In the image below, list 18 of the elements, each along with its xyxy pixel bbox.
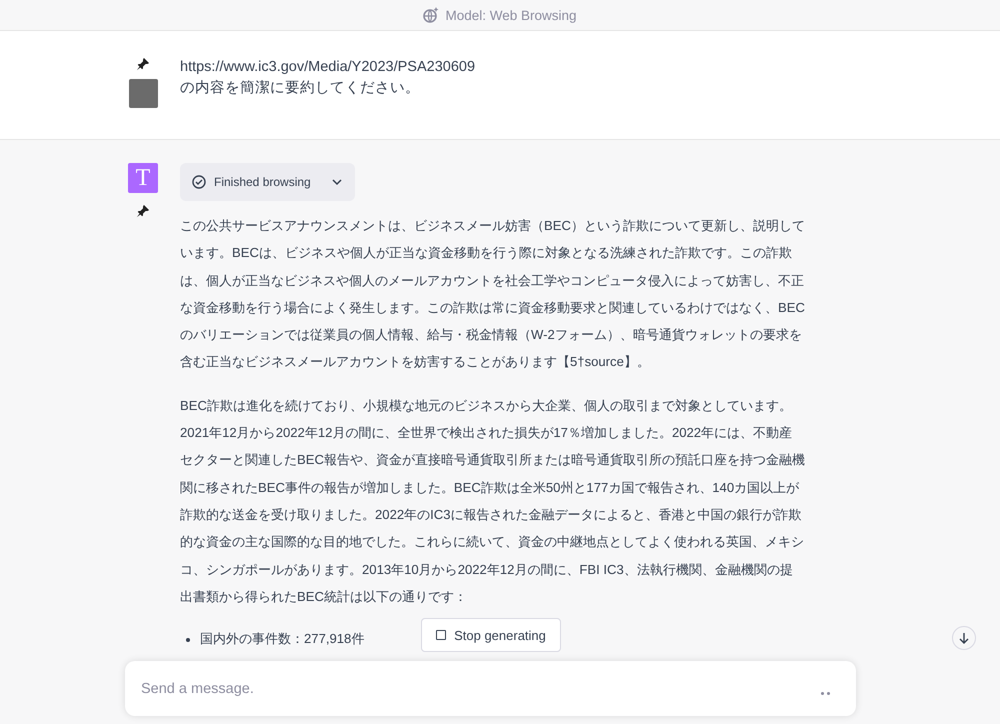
user-message-line: の内容を簡潔に要約してください。 (180, 78, 421, 98)
browsing-status-button[interactable]: Finished browsing (180, 163, 355, 201)
stop-icon (436, 630, 446, 640)
bullet-text: 国内外の事件数：277,918件 (200, 630, 364, 648)
bullet-icon (186, 638, 190, 642)
user-avatar (128, 79, 158, 108)
typing-dots-icon (821, 692, 830, 695)
scroll-down-button[interactable] (952, 626, 976, 650)
arrow-down-icon (958, 632, 970, 644)
check-circle-icon (192, 175, 206, 189)
stop-generating-button[interactable]: Stop generating (421, 618, 561, 652)
model-title: Model: Web Browsing (445, 8, 577, 22)
assistant-avatar: T (128, 163, 158, 193)
response-paragraph: BEC詐欺は進化を続けており、小規模な地元のビジネスから大企業、個人の取引まで対象としています。2021年12月から2022年12月の間に、全世界で検出された損失が17％増加しました。2022年には、不動産セクターと関連したBEC報告や、資金が直接暗号通貨取引所または暗号通貨取引所の預託口座を持つ金融機関に移されたBEC事件の報告が増加しました。BEC詐欺は全米50州と177カ国で報告され、140カ国以上が詐欺的な送金を受け取りました。2022年のIC3に報告された金融データによると、香港と中国の銀行が詐欺的な資金の主な国際的な目的地でした。これらに続いて、資金の中継地点としてよく使われる英国、メキシコ、シンガポールがあります。2013年10月から2022年12月の間に、FBI IC3、法執行機関、金融機関の提出書類から得られたBEC統計は以下の通りです： (180, 396, 805, 606)
message-field[interactable]: Send a message. (125, 661, 856, 716)
user-message-line: https://www.ic3.gov/Media/Y2023/PSA230609 (180, 58, 476, 77)
globe-sparkle-icon (423, 7, 440, 23)
response-paragraph: この公共サービスアナウンスメントは、ビジネスメール妨害（BEC）という詐欺について更新し、説明しています。BECは、ビジネスや個人が正当な資金移動を行う際に対象となる洗練された詐欺です。この詐欺は、個人が正当なビジネスや個人のメールアカウントを社会工学やコンピュータ侵入によって妨害し、不正な資金移動を行う場合によく発生します。この詐欺は常に資金移動要求と関連しているわけではなく、BECのバリエーションでは従業員の個人情報、給与・税金情報（W-2フォーム）、暗号通貨ウォレットの要求を含む正当なビジネスメールアカウントを妨害することがあります【5†source】。 (180, 217, 805, 372)
